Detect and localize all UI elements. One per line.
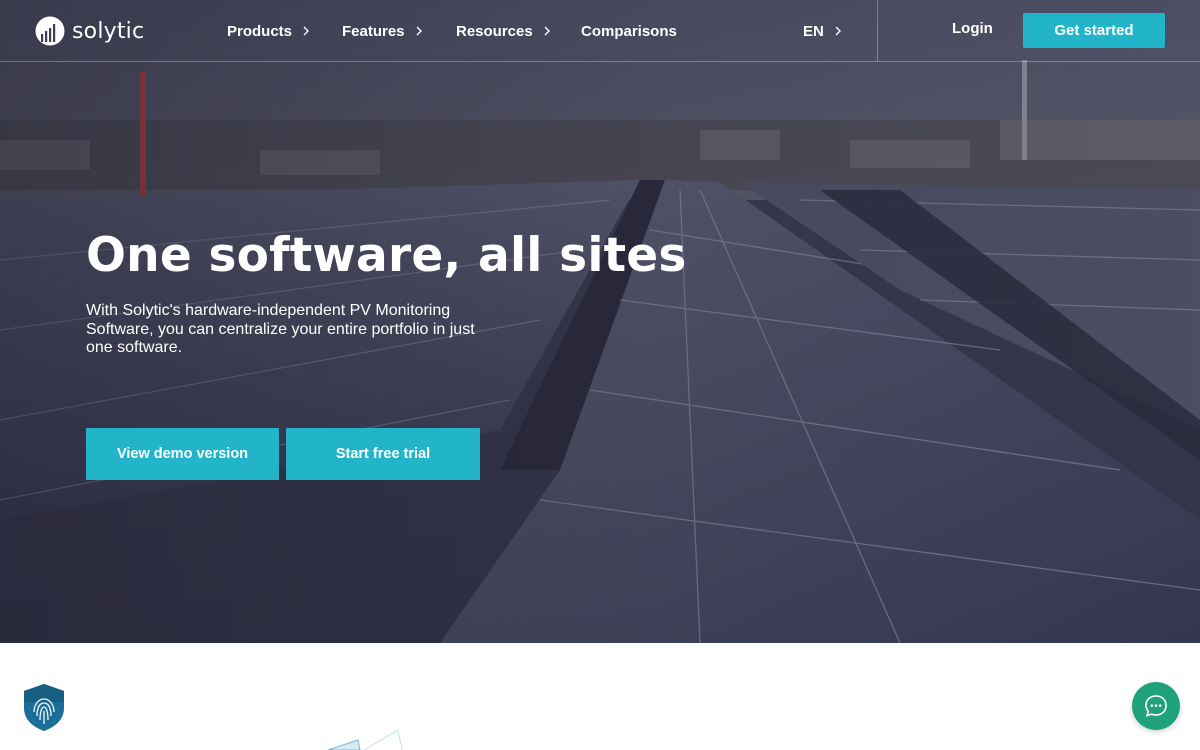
chat-button[interactable] bbox=[1132, 682, 1180, 730]
fingerprint-shield-icon[interactable] bbox=[20, 682, 68, 732]
top-navigation: solytic Products Features Resources Comp… bbox=[0, 0, 1200, 62]
nav-item-features[interactable]: Features bbox=[342, 20, 423, 42]
hero-section: solytic Products Features Resources Comp… bbox=[0, 0, 1200, 643]
nav-divider bbox=[877, 0, 878, 62]
language-label: EN bbox=[803, 22, 824, 40]
nav-item-label: Products bbox=[227, 22, 293, 40]
brand-logo[interactable]: solytic bbox=[35, 14, 144, 48]
nav-item-label: Comparisons bbox=[581, 22, 677, 40]
nav-item-comparisons[interactable]: Comparisons bbox=[581, 20, 677, 42]
start-free-trial-button[interactable]: Start free trial bbox=[286, 428, 480, 480]
chevron-right-icon bbox=[303, 26, 310, 36]
hero-subtext: With Solytic's hardware-independent PV M… bbox=[86, 302, 475, 356]
language-selector[interactable]: EN bbox=[803, 20, 842, 42]
feature-illustration-partial bbox=[327, 729, 403, 750]
brand-name: solytic bbox=[72, 18, 145, 44]
login-link[interactable]: Login bbox=[952, 20, 993, 37]
chevron-right-icon bbox=[416, 26, 422, 36]
view-demo-button[interactable]: View demo version bbox=[86, 428, 279, 480]
nav-item-label: Resources bbox=[456, 22, 533, 40]
nav-item-label: Features bbox=[342, 22, 405, 40]
get-started-button[interactable]: Get started bbox=[1023, 13, 1165, 48]
nav-item-resources[interactable]: Resources bbox=[456, 20, 551, 42]
chevron-right-icon bbox=[835, 26, 841, 36]
chevron-right-icon bbox=[544, 26, 550, 36]
hero-headline: One software, all sites bbox=[86, 228, 687, 283]
nav-item-products[interactable]: Products bbox=[227, 20, 310, 42]
chat-bubble-icon bbox=[1145, 695, 1167, 717]
solytic-logo-icon bbox=[35, 16, 65, 46]
